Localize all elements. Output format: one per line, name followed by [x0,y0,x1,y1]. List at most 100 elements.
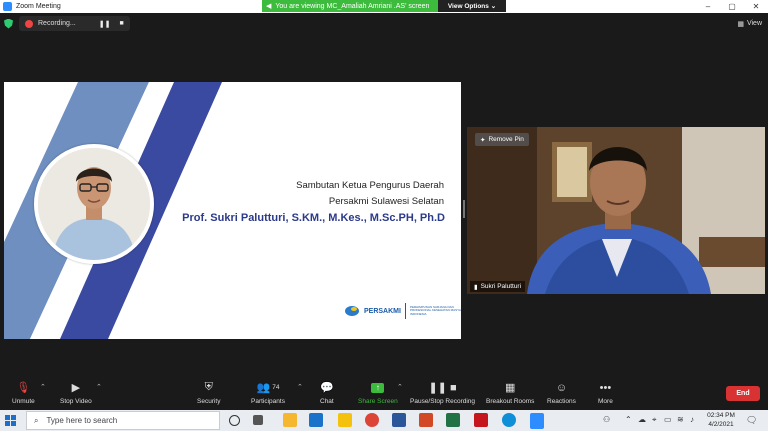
unmute-button[interactable]: 🎙 Unmute [12,380,35,405]
recording-bar: Recording... ❚❚ ■ [4,16,130,31]
share-screen-label: Share Screen [358,398,398,405]
participant-name-tag: ▮ Sukri Palutturi [470,281,526,292]
sticky-notes-icon[interactable] [338,413,352,427]
mail-icon[interactable] [309,413,323,427]
reactions-label: Reactions [547,398,576,405]
shield-icon: ⛨ [204,381,213,393]
chat-label: Chat [320,398,334,405]
reactions-button[interactable]: ☺ Reactions [547,380,576,406]
audio-options-chevron-icon[interactable]: ⌃ [40,383,46,391]
word-icon[interactable] [392,413,406,427]
zoom-window: Zoom Meeting – ▢ ✕ ◀ You are viewing MC_… [0,0,768,431]
powerpoint-icon[interactable] [419,413,433,427]
onedrive-icon[interactable]: ☁ [638,415,646,424]
remove-pin-button[interactable]: ✦ Remove Pin [475,133,529,146]
people-icon[interactable]: ⚇ [603,415,610,424]
edge-icon[interactable] [502,413,516,427]
logo-tagline: PERHIMPUNAN SARJANA DAN PROFESIONAL KESE… [409,304,461,316]
logo-name: PERSAKMI [364,307,401,315]
split-resize-handle[interactable] [463,200,465,218]
maximize-button[interactable]: ▢ [720,0,744,13]
slide-heading-line-2: Persakmi Sulawesi Selatan [328,196,444,207]
speaker-icon: ◀ [266,3,272,10]
shield-icon[interactable] [4,18,13,29]
search-placeholder: Type here to search [46,416,118,425]
security-button[interactable]: ⛨ Security [197,380,220,405]
file-explorer-icon[interactable] [283,413,297,427]
unmute-label: Unmute [12,398,35,405]
breakout-rooms-button[interactable]: ▦ Breakout Rooms [486,380,534,405]
shared-screen-slide: Sambutan Ketua Pengurus Daerah Persakmi … [4,82,461,339]
battery-icon[interactable]: ▭ [664,415,672,424]
windows-start-button[interactable] [0,410,20,431]
pause-stop-recording-label: Pause/Stop Recording [410,398,476,405]
volume-icon[interactable]: ♪ [690,415,694,424]
remove-pin-label: Remove Pin [488,136,524,143]
search-icon: ⌕ [34,415,39,425]
screen-share-banner: ◀ You are viewing MC_Amaliah Amriani .AS… [262,0,438,12]
end-label: End [736,390,750,397]
view-button[interactable]: ▦ View [737,17,762,30]
taskbar-search-input[interactable]: ⌕ Type here to search [26,411,220,430]
pause-stop-recording-button[interactable]: ❚❚ ■ Pause/Stop Recording [410,380,475,405]
more-button[interactable]: ••• More [598,380,613,406]
share-screen-icon: ↑ [371,380,385,395]
location-icon[interactable]: ⌖ [652,415,657,425]
more-label: More [598,398,613,405]
signal-strength-icon: ▮ [474,283,478,291]
windows-taskbar: ⌕ Type here to search ⚇ ⌃ ☁ ⌖ ▭ ≋ ♪ 02:3… [0,410,768,431]
video-options-chevron-icon[interactable]: ⌃ [96,383,102,391]
chrome-icon[interactable] [365,413,379,427]
stop-recording-icon[interactable]: ■ [119,20,123,27]
clock-time: 02:34 PM [707,412,735,419]
participants-button[interactable]: 👥 74 Participants [251,380,285,405]
participant-video[interactable]: ✦ Remove Pin ▮ Sukri Palutturi [467,127,765,294]
persakmi-logo-icon [345,306,359,316]
windows-logo-icon [4,415,16,426]
recording-indicator: Recording... ❚❚ ■ [19,16,130,31]
wifi-icon[interactable]: ≋ [677,415,684,424]
window-title: Zoom Meeting [16,3,61,10]
chat-button[interactable]: 💬 Chat [320,380,334,405]
view-options-button[interactable]: View Options ⌄ [438,0,506,12]
record-icon [25,19,33,28]
tray-chevron-icon[interactable]: ⌃ [625,415,632,424]
participants-icon: 👥 74 [256,382,280,394]
end-meeting-button[interactable]: End [726,386,760,401]
recording-label: Recording... [38,20,76,27]
breakout-rooms-icon: ▦ [505,382,516,394]
excel-icon[interactable] [446,413,460,427]
share-options-chevron-icon[interactable]: ⌃ [397,383,403,391]
pause-recording-icon[interactable]: ❚❚ [99,20,111,28]
share-screen-button[interactable]: ↑ Share Screen [358,380,398,405]
participant-count: 74 [272,384,280,391]
pin-icon: ✦ [480,136,486,144]
breakout-rooms-label: Breakout Rooms [486,398,535,405]
stop-video-button[interactable]: ▶ Stop Video [60,380,92,405]
participants-label: Participants [251,398,285,405]
persakmi-logo: PERSAKMI PERHIMPUNAN SARJANA DAN PROFESI… [344,303,461,319]
clock-date: 4/2/2021 [708,421,734,428]
task-view-icon[interactable] [253,415,263,425]
grid-view-icon: ▦ [737,20,744,28]
slide-speaker-name: Prof. Sukri Palutturi, S.KM., M.Kes., M.… [182,212,445,224]
zoom-app-icon [3,2,12,11]
more-dots-icon: ••• [599,381,612,394]
participants-chevron-icon[interactable]: ⌃ [297,383,303,391]
chevron-down-icon: ⌄ [488,3,497,10]
reactions-icon: ☺ [555,381,568,394]
view-label: View [746,20,762,27]
chat-icon: 💬 [320,382,334,394]
zoom-taskbar-icon[interactable] [530,413,544,427]
view-options-label: View Options [447,2,489,10]
cortana-icon[interactable] [229,415,240,426]
notifications-icon[interactable]: 🗨 [746,415,757,426]
acrobat-icon[interactable] [474,413,488,427]
close-button[interactable]: ✕ [744,0,768,13]
security-label: Security [197,398,221,405]
share-banner-text: You are viewing MC_Amaliah Amriani .AS' … [275,2,430,10]
microphone-muted-icon: 🎙 [16,382,31,394]
taskbar-clock[interactable]: 02:34 PM 4/2/2021 [702,411,740,429]
minimize-button[interactable]: – [696,0,720,13]
video-frame [467,127,765,294]
